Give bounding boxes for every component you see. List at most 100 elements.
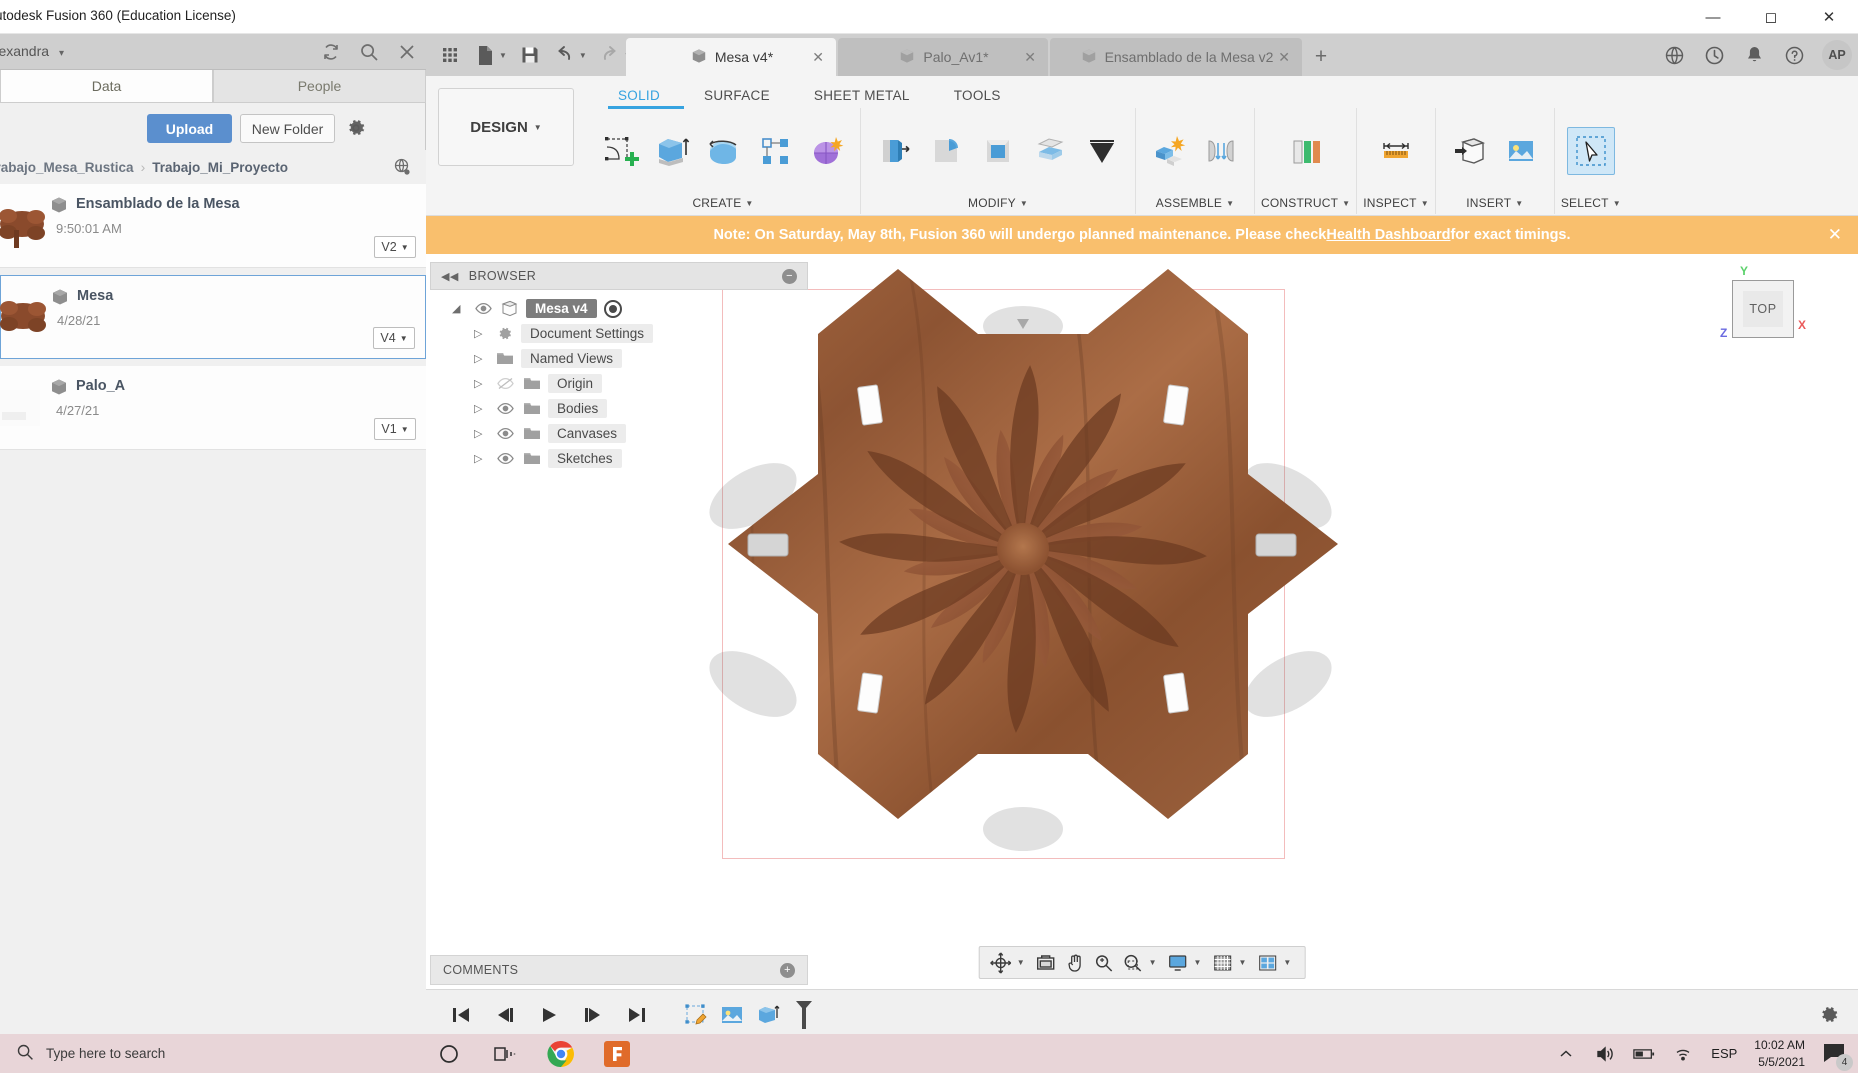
form-icon[interactable] (804, 128, 850, 174)
eye-icon[interactable] (473, 302, 493, 315)
version-dropdown[interactable]: V2 ▼ (374, 236, 416, 258)
expand-arrow-icon[interactable]: ◢ (452, 302, 466, 315)
collapse-browser-icon[interactable]: ◀◀ (441, 270, 459, 283)
insert-canvas-icon[interactable] (1498, 128, 1544, 174)
pan-icon[interactable] (1062, 950, 1088, 976)
battery-icon[interactable] (1633, 1043, 1655, 1065)
eye-off-icon[interactable] (495, 377, 515, 390)
close-tab-icon[interactable]: ✕ (1278, 49, 1290, 66)
tab-tools[interactable]: TOOLS (932, 82, 1023, 108)
cortana-icon[interactable] (432, 1037, 466, 1071)
close-banner-icon[interactable]: ✕ (1828, 225, 1842, 245)
fillet-icon[interactable] (923, 128, 969, 174)
draft-icon[interactable] (1079, 128, 1125, 174)
task-view-icon[interactable] (488, 1037, 522, 1071)
expand-arrow-icon[interactable]: ▷ (474, 327, 488, 340)
eye-icon[interactable] (495, 427, 515, 440)
tab-solid[interactable]: SOLID (596, 82, 682, 108)
new-tab-button[interactable]: + (1304, 38, 1338, 76)
extrude-icon[interactable] (648, 128, 694, 174)
save-icon[interactable] (514, 39, 546, 71)
volume-icon[interactable] (1594, 1043, 1616, 1065)
eye-icon[interactable] (495, 402, 515, 415)
tree-node-sketches[interactable]: ▷ Sketches (430, 446, 808, 471)
tree-node-bodies[interactable]: ▷ Bodies (430, 396, 808, 421)
play-icon[interactable] (538, 1004, 560, 1026)
health-dashboard-link[interactable]: Health Dashboard (1326, 227, 1450, 243)
minimize-button[interactable]: — (1684, 0, 1742, 34)
close-tab-icon[interactable]: ✕ (1024, 49, 1036, 66)
undo-icon[interactable] (549, 39, 581, 71)
step-back-icon[interactable] (494, 1004, 516, 1026)
chrome-icon[interactable] (544, 1037, 578, 1071)
revolve-icon[interactable] (700, 128, 746, 174)
tray-chevron-icon[interactable] (1555, 1043, 1577, 1065)
chevron-down-icon[interactable]: ▼ (1017, 958, 1025, 967)
orbit-icon[interactable] (988, 950, 1014, 976)
notifications-icon[interactable]: 4 (1822, 1041, 1848, 1067)
panel-label-inspect[interactable]: INSPECT ▼ (1363, 192, 1429, 214)
job-status-icon[interactable] (1702, 43, 1726, 67)
go-to-beginning-icon[interactable] (450, 1004, 472, 1026)
joint-icon[interactable] (1198, 128, 1244, 174)
insert-derive-icon[interactable] (1446, 128, 1492, 174)
help-icon[interactable] (1782, 43, 1806, 67)
panel-label-insert[interactable]: INSERT ▼ (1466, 192, 1523, 214)
tree-node-origin[interactable]: ▷ Origin (430, 371, 808, 396)
new-folder-button[interactable]: New Folder (240, 114, 335, 143)
expand-arrow-icon[interactable]: ▷ (474, 402, 488, 415)
panel-label-select[interactable]: SELECT ▼ (1561, 192, 1621, 214)
close-panel-icon[interactable] (396, 41, 418, 63)
document-tab-mesa[interactable]: Mesa v4* ✕ (626, 38, 836, 76)
project-selector[interactable]: Alexandra ▾ (0, 43, 64, 59)
panel-label-construct[interactable]: CONSTRUCT ▼ (1261, 192, 1350, 214)
measure-icon[interactable] (1373, 128, 1419, 174)
add-comment-icon[interactable]: + (780, 963, 795, 978)
search-input[interactable]: Type here to search (0, 1034, 420, 1073)
version-dropdown[interactable]: V4 ▼ (373, 327, 415, 349)
hole-icon[interactable] (752, 128, 798, 174)
expand-arrow-icon[interactable]: ▷ (474, 427, 488, 440)
new-document-icon[interactable] (469, 39, 501, 71)
clock[interactable]: 10:02 AM 5/5/2021 (1754, 1037, 1805, 1069)
viewcube-top-face[interactable]: TOP (1732, 280, 1794, 338)
document-tab-ensamblado[interactable]: Ensamblado de la Mesa v2 ✕ (1050, 38, 1302, 76)
refresh-icon[interactable] (320, 41, 342, 63)
avatar[interactable]: AP (1822, 40, 1852, 70)
offset-face-icon[interactable] (1027, 128, 1073, 174)
notifications-bell-icon[interactable] (1742, 43, 1766, 67)
press-pull-icon[interactable] (871, 128, 917, 174)
grid-apps-icon[interactable] (434, 39, 466, 71)
document-tab-palo[interactable]: Palo_Av1* ✕ (838, 38, 1048, 76)
viewcube[interactable]: TOP Y Z X (1724, 266, 1810, 352)
zoom-icon[interactable] (1091, 950, 1117, 976)
timeline-settings-gear-icon[interactable] (1818, 1004, 1840, 1026)
upload-button[interactable]: Upload (147, 114, 232, 143)
globe-icon[interactable] (392, 157, 412, 177)
search-icon[interactable] (358, 41, 380, 63)
viewports-icon[interactable] (1254, 950, 1280, 976)
grid-snaps-icon[interactable] (1209, 950, 1235, 976)
offset-plane-icon[interactable] (1283, 128, 1329, 174)
chevron-down-icon[interactable]: ▼ (1194, 958, 1202, 967)
create-sketch-icon[interactable] (596, 128, 642, 174)
tree-node-root[interactable]: ◢ Mesa v4 (430, 296, 808, 321)
eye-icon[interactable] (495, 452, 515, 465)
expand-arrow-icon[interactable]: ▷ (474, 352, 488, 365)
step-forward-icon[interactable] (582, 1004, 604, 1026)
tab-sheet-metal[interactable]: SHEET METAL (792, 82, 932, 108)
list-item[interactable]: Palo_A 4/27/21 V1 ▼ (0, 366, 426, 450)
canvas-feature-icon[interactable] (718, 1001, 746, 1029)
breadcrumb-current[interactable]: Trabajo_Mi_Proyecto (152, 160, 288, 175)
display-settings-icon[interactable] (1165, 950, 1191, 976)
help-globe-icon[interactable] (1662, 43, 1686, 67)
maximize-button[interactable]: ◻ (1742, 0, 1800, 34)
look-at-icon[interactable] (1033, 950, 1059, 976)
chevron-down-icon[interactable]: ▼ (1238, 958, 1246, 967)
sketch-feature-icon[interactable] (682, 1001, 710, 1029)
go-to-end-icon[interactable] (626, 1004, 648, 1026)
breadcrumb-parent[interactable]: Trabajo_Mesa_Rustica (0, 160, 134, 175)
tree-node-document-settings[interactable]: ▷ Document Settings (430, 321, 808, 346)
tab-surface[interactable]: SURFACE (682, 82, 792, 108)
close-button[interactable]: ✕ (1800, 0, 1858, 34)
